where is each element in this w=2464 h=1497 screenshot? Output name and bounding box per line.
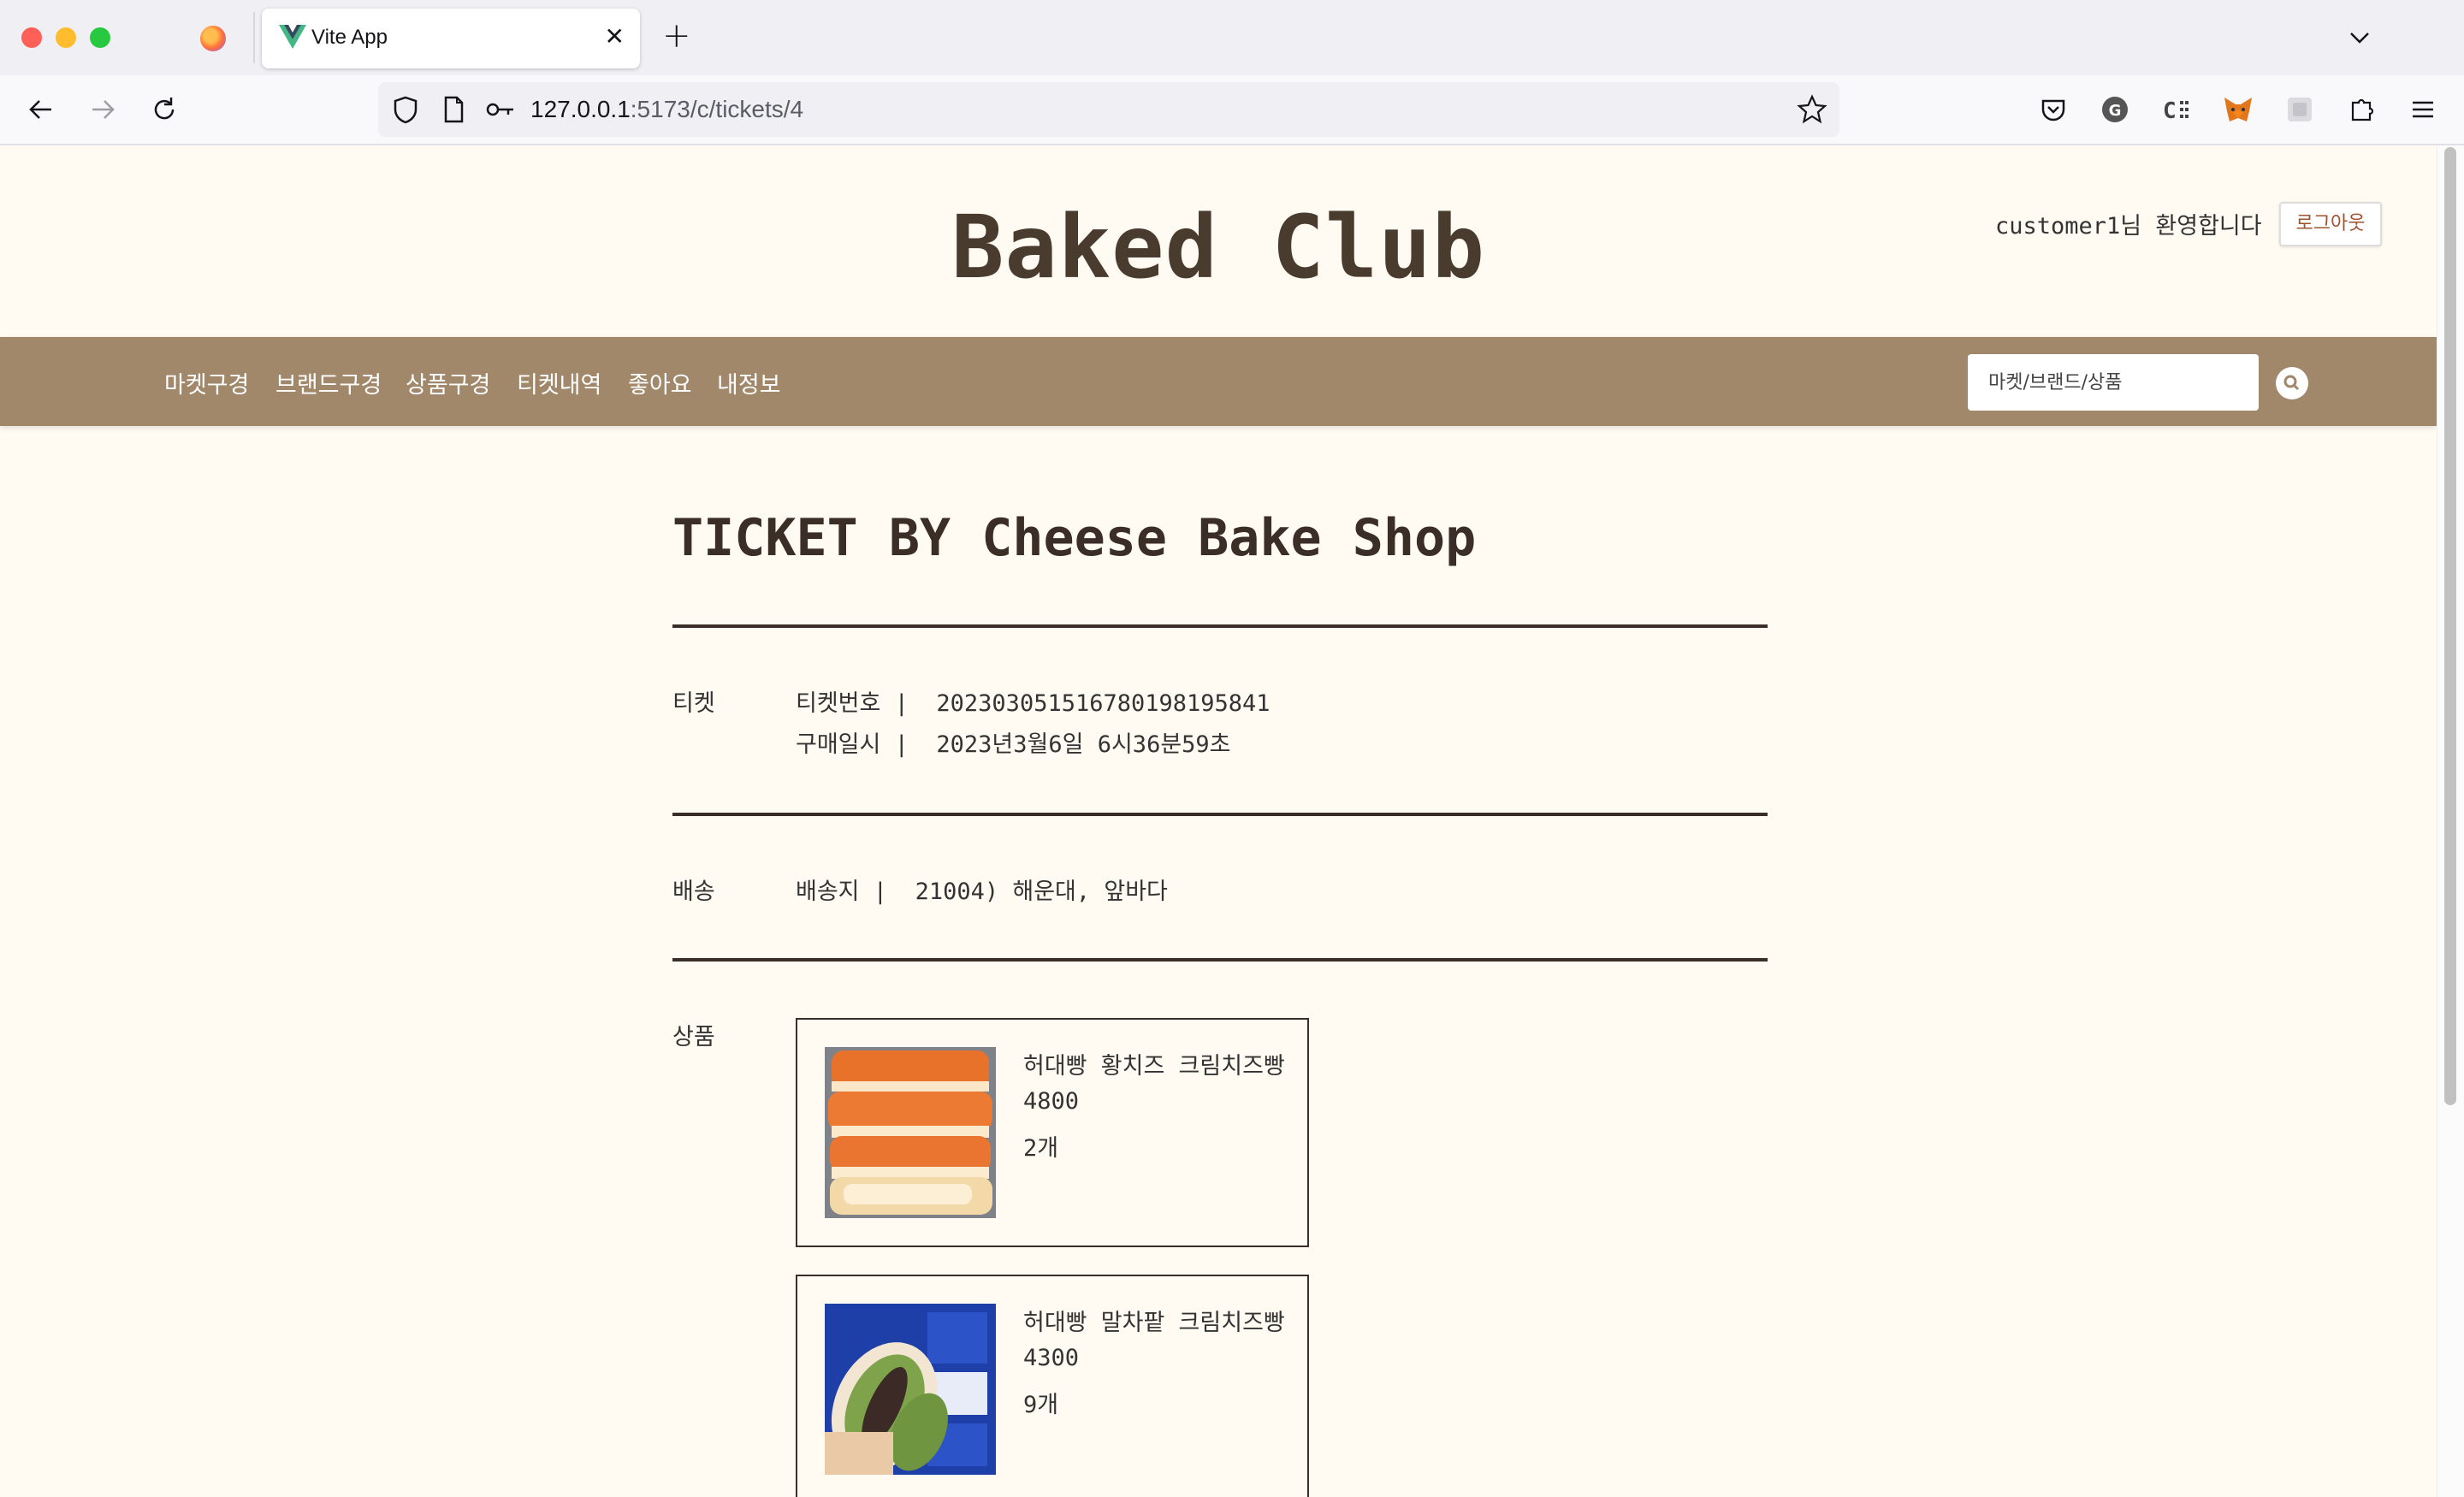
address-label: 배송지 <box>796 879 860 905</box>
new-tab-icon[interactable]: + <box>662 17 691 55</box>
address-value: 21004) 해운대, 앞바다 <box>915 879 1168 905</box>
section-divider <box>672 813 1768 816</box>
code-extension-icon[interactable]: C <box>2159 92 2194 127</box>
tab-title: Vite App <box>311 26 388 49</box>
section-divider <box>672 958 1768 962</box>
url-host: 127.0.0.1 <box>530 96 631 122</box>
tab-separator <box>253 12 255 63</box>
delivery-section-label: 배송 <box>672 879 715 905</box>
matcha-bread-photo-icon <box>825 1304 996 1475</box>
ticket-number-label: 티켓번호 <box>796 690 881 717</box>
product-quantity: 2개 <box>1023 1135 1059 1162</box>
svg-text:G: G <box>2109 102 2122 120</box>
ticket-number-value: 202303051516780198195841 <box>936 690 1270 717</box>
tab-active[interactable]: Vite App ✕ <box>262 9 640 68</box>
vue-logo-icon <box>279 25 306 49</box>
product-quantity: 9개 <box>1023 1392 1059 1418</box>
page-viewport: Baked Club customer1님 환영합니다 로그아웃 마켓구경 브랜… <box>0 145 2437 1497</box>
hamburger-menu-icon[interactable] <box>2406 92 2440 127</box>
bookmark-star-icon[interactable] <box>1795 92 1829 127</box>
section-divider <box>672 624 1768 628</box>
purchase-date-label: 구매일시 <box>796 731 881 758</box>
pocket-icon[interactable] <box>2036 92 2070 127</box>
browser-tab-bar: Vite App ✕ + <box>0 0 2464 75</box>
svg-text:C: C <box>2163 98 2177 124</box>
welcome-message: customer1님 환영합니다 <box>1995 213 2262 240</box>
product-price: 4300 <box>1023 1345 1080 1371</box>
purchase-date-row: 구매일시 | 2023년3월6일 6시36분59초 <box>796 731 1231 758</box>
forward-arrow-icon[interactable] <box>84 91 121 128</box>
product-name: 허대빵 황치즈 크림치즈빵 <box>1023 1053 1285 1080</box>
ticket-number-row: 티켓번호 | 202303051516780198195841 <box>796 690 1270 717</box>
window-zoom-button[interactable] <box>90 27 110 48</box>
main-nav-bar: 마켓구경 브랜드구경 상품구경 티켓내역 좋아요 내정보 <box>0 337 2437 426</box>
delivery-address-row: 배송지 | 21004) 해운대, 앞바다 <box>796 879 1168 905</box>
nav-item-brands[interactable]: 브랜드구경 <box>275 366 382 399</box>
purchase-date-value: 2023년3월6일 6시36분59초 <box>936 731 1231 758</box>
tab-close-icon[interactable]: ✕ <box>605 24 625 50</box>
product-card[interactable]: 허대빵 말차팥 크림치즈빵 4300 9개 <box>796 1275 1309 1497</box>
product-card[interactable]: 허대빵 황치즈 크림치즈빵 4800 2개 <box>796 1018 1309 1247</box>
url-path: :5173/c/tickets/4 <box>630 96 804 122</box>
nav-item-tickets[interactable]: 티켓내역 <box>517 366 601 399</box>
nav-item-products[interactable]: 상품구경 <box>406 366 490 399</box>
products-section-label: 상품 <box>672 1024 715 1050</box>
search-button[interactable] <box>2276 367 2308 399</box>
extension-placeholder-icon[interactable] <box>2283 92 2317 127</box>
product-price: 4800 <box>1023 1088 1080 1115</box>
nav-item-likes[interactable]: 좋아요 <box>628 366 692 399</box>
search-icon <box>2283 375 2300 391</box>
chevron-down-icon[interactable] <box>2344 22 2375 53</box>
back-arrow-icon[interactable] <box>22 91 60 128</box>
page-info-icon[interactable] <box>436 92 471 127</box>
reload-icon[interactable] <box>145 91 183 128</box>
metamask-fox-icon[interactable] <box>2221 92 2255 127</box>
product-name: 허대빵 말차팥 크림치즈빵 <box>1023 1310 1285 1336</box>
key-icon[interactable] <box>483 92 517 127</box>
search-input[interactable] <box>1968 354 2259 411</box>
grammarly-icon[interactable]: G <box>2098 92 2132 127</box>
page-scrollbar-thumb[interactable] <box>2444 147 2456 1105</box>
ticket-section-label: 티켓 <box>672 690 715 717</box>
shield-icon[interactable] <box>388 92 423 127</box>
window-close-button[interactable] <box>21 27 42 48</box>
extensions-puzzle-icon[interactable] <box>2344 92 2378 127</box>
cheese-bread-photo-icon <box>825 1047 996 1218</box>
nav-item-markets[interactable]: 마켓구경 <box>164 366 249 399</box>
window-minimize-button[interactable] <box>56 27 76 48</box>
logout-button[interactable]: 로그아웃 <box>2279 202 2382 246</box>
page-title: TICKET BY Cheese Bake Shop <box>672 508 1477 568</box>
url-text[interactable]: 127.0.0.1:5173/c/tickets/4 <box>530 96 803 123</box>
firefox-view-icon[interactable] <box>200 26 226 51</box>
nav-item-my-info[interactable]: 내정보 <box>717 366 781 399</box>
